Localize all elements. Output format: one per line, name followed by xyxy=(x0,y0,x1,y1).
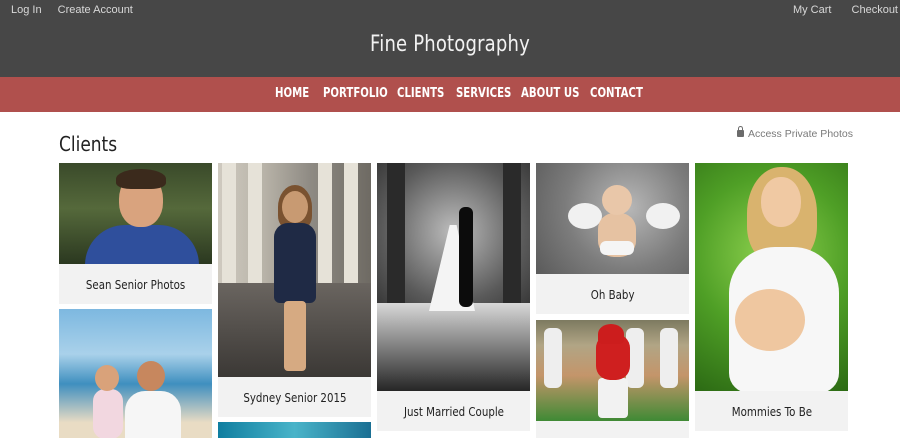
gallery-thumbnail xyxy=(695,163,848,391)
gallery-title: Sean Senior Photos xyxy=(85,277,186,292)
main-nav: HOME PORTFOLIO CLIENTS SERVICES ABOUT US… xyxy=(0,77,900,112)
site-title[interactable]: Fine Photography xyxy=(81,32,819,57)
gallery-title: Just Married Couple xyxy=(403,404,504,419)
gallery-card-sean[interactable]: Sean Senior Photos xyxy=(59,163,212,304)
account-links: Log In Create Account xyxy=(11,4,133,16)
checkout-link[interactable]: Checkout xyxy=(852,4,898,16)
gallery-card-ocean[interactable] xyxy=(218,422,371,438)
nav-about-us[interactable]: ABOUT US xyxy=(521,86,579,101)
login-link[interactable]: Log In xyxy=(11,4,42,16)
access-private-photos-link[interactable]: Access Private Photos xyxy=(736,126,853,140)
nav-contact[interactable]: CONTACT xyxy=(590,86,643,101)
gallery-title: Oh Baby xyxy=(590,287,635,302)
gallery-thumbnail xyxy=(59,163,212,264)
gallery-card-baseball[interactable] xyxy=(536,320,689,438)
gallery-thumbnail xyxy=(218,422,371,438)
gallery-title: Sydney Senior 2015 xyxy=(242,390,347,405)
nav-clients[interactable]: CLIENTS xyxy=(397,86,444,101)
gallery-thumbnail xyxy=(536,320,689,421)
gallery-thumbnail xyxy=(536,163,689,274)
gallery-card-baby[interactable]: Oh Baby xyxy=(536,163,689,314)
access-private-photos-label: Access Private Photos xyxy=(747,128,853,140)
gallery-title: Mommies To Be xyxy=(731,404,812,419)
header: Log In Create Account My Cart Checkout F… xyxy=(0,0,900,77)
nav-home[interactable]: HOME xyxy=(275,86,309,101)
gallery-card-mommies[interactable]: Mommies To Be xyxy=(695,163,848,431)
my-cart-link[interactable]: My Cart xyxy=(793,4,832,16)
gallery-thumbnail xyxy=(218,163,371,377)
create-account-link[interactable]: Create Account xyxy=(58,4,133,16)
gallery-thumbnail xyxy=(377,163,530,391)
lock-icon xyxy=(736,126,744,137)
gallery-thumbnail xyxy=(59,309,212,438)
page-title: Clients xyxy=(59,132,118,156)
cart-links: My Cart Checkout xyxy=(793,4,898,16)
gallery-card-sydney[interactable]: Sydney Senior 2015 xyxy=(218,163,371,417)
nav-portfolio[interactable]: PORTFOLIO xyxy=(323,86,388,101)
gallery-card-beach[interactable] xyxy=(59,309,212,438)
nav-services[interactable]: SERVICES xyxy=(456,86,511,101)
gallery-card-married[interactable]: Just Married Couple xyxy=(377,163,530,431)
